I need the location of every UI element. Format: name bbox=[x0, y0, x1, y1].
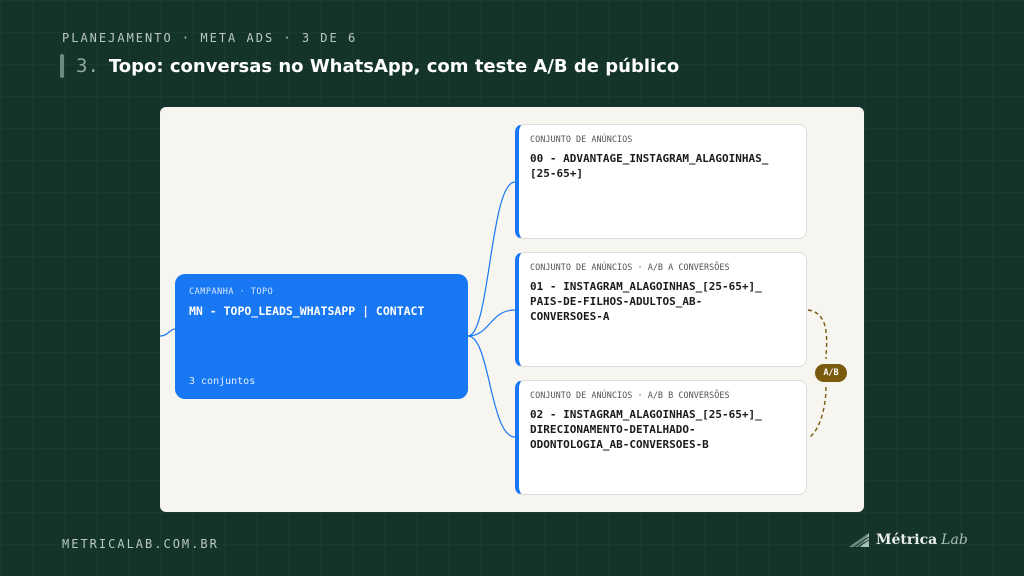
connector-line-adset-02 bbox=[467, 335, 516, 438]
campaign-label: CAMPANHA · TOPO bbox=[189, 287, 274, 297]
ab-test-badge: A/B bbox=[815, 364, 847, 382]
connector-line-adset-01 bbox=[467, 309, 516, 337]
title-accent-bar bbox=[60, 54, 64, 78]
adset-card-00[interactable]: CONJUNTO DE ANÚNCIOS 00 - ADVANTAGE_INST… bbox=[515, 124, 807, 239]
adset-label: CONJUNTO DE ANÚNCIOS bbox=[530, 135, 633, 145]
metrica-lab-logo-icon bbox=[849, 533, 870, 548]
adset-name: 01 - INSTAGRAM_ALAGOINHAS_[25-65+]_ PAIS… bbox=[530, 280, 762, 323]
brand-suffix: Lab bbox=[941, 532, 968, 548]
connector-line-campaign-in bbox=[160, 328, 176, 337]
campaign-name: MN - TOPO_LEADS_WHATSAPP | CONTACT bbox=[189, 304, 425, 318]
adset-label: CONJUNTO DE ANÚNCIOS · A/B B CONVERSÕES bbox=[530, 391, 730, 401]
footer-url: METRICALAB.COM.BR bbox=[62, 537, 219, 551]
brand-name: Métrica bbox=[876, 532, 938, 548]
connector-line-adset-00 bbox=[467, 181, 516, 337]
brand-logo: Métrica Lab bbox=[848, 531, 968, 549]
campaign-card[interactable]: CAMPANHA · TOPO MN - TOPO_LEADS_WHATSAPP… bbox=[175, 274, 468, 399]
title-number: 3. bbox=[76, 55, 99, 77]
adset-name: 00 - ADVANTAGE_INSTAGRAM_ALAGOINHAS_ [25… bbox=[530, 152, 769, 180]
breadcrumb: PLANEJAMENTO · META ADS · 3 DE 6 bbox=[62, 31, 358, 45]
adset-name: 02 - INSTAGRAM_ALAGOINHAS_[25-65+]_ DIRE… bbox=[530, 408, 762, 451]
page-title: Topo: conversas no WhatsApp, com teste A… bbox=[108, 55, 680, 77]
slide-title: 3. Topo: conversas no WhatsApp, com test… bbox=[60, 53, 679, 79]
adset-card-02[interactable]: CONJUNTO DE ANÚNCIOS · A/B B CONVERSÕES … bbox=[515, 380, 807, 495]
adset-count: 3 conjuntos bbox=[189, 376, 256, 387]
adset-label: CONJUNTO DE ANÚNCIOS · A/B A CONVERSÕES bbox=[530, 263, 730, 273]
campaign-diagram-panel: CAMPANHA · TOPO MN - TOPO_LEADS_WHATSAPP… bbox=[160, 107, 864, 512]
adset-card-01[interactable]: CONJUNTO DE ANÚNCIOS · A/B A CONVERSÕES … bbox=[515, 252, 807, 367]
